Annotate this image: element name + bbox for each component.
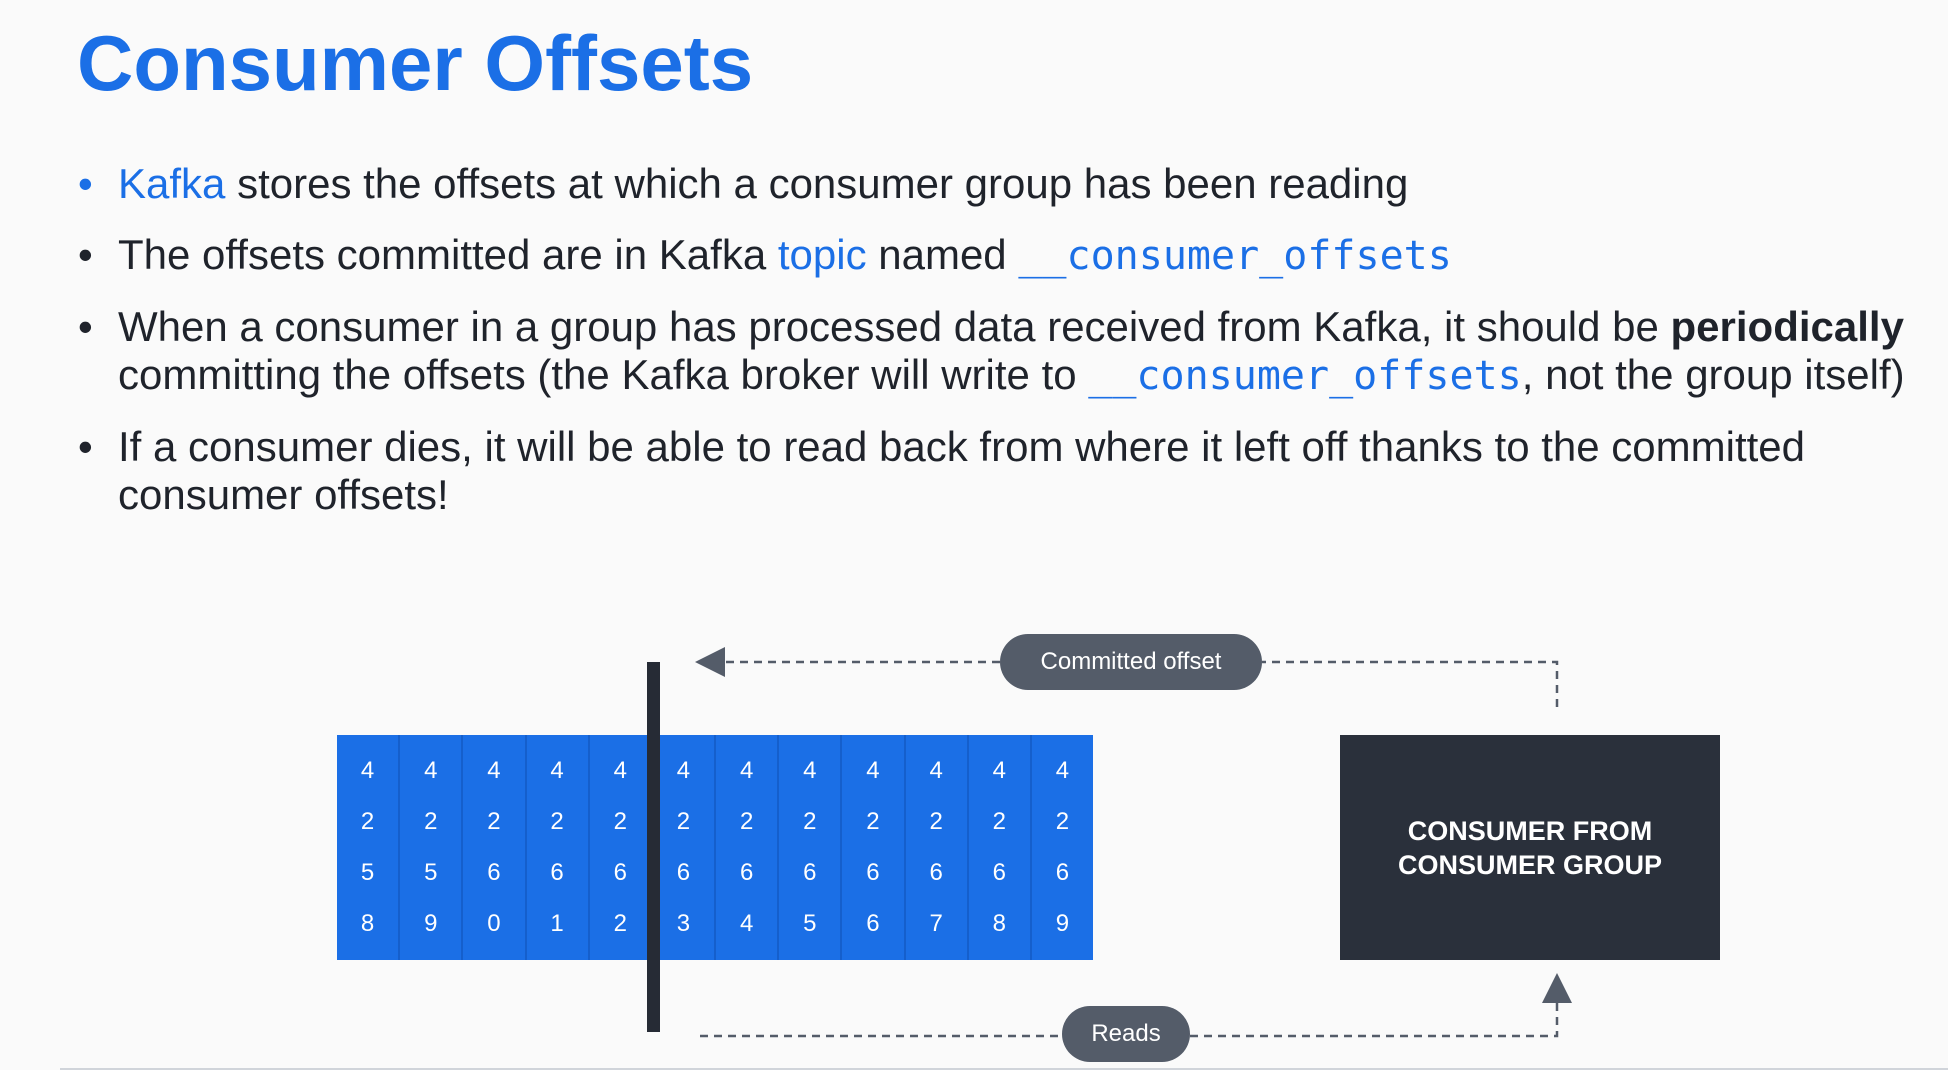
offset-cell: 4 2 6 7 bbox=[906, 735, 969, 960]
partition-offsets: 4 2 5 8 4 2 5 9 4 2 6 0 4 2 6 1 4 2 6 2 4 2 6 3 4 2 6 4 4 2 6 5 4 2 6 6 4 2 6 7… bbox=[337, 735, 1093, 960]
offset-digit: 6 bbox=[1055, 859, 1070, 887]
reads-arrow bbox=[1190, 973, 1572, 1038]
offset-digit: 8 bbox=[992, 910, 1006, 938]
offset-cell: 4 2 6 0 bbox=[463, 735, 527, 960]
offset-digit: 6 bbox=[929, 859, 943, 887]
offset-cell: 4 2 6 2 bbox=[590, 735, 653, 960]
offset-digit: 2 bbox=[992, 807, 1006, 835]
offset-digit: 4 bbox=[929, 756, 943, 784]
consumer-label: CONSUMER FROM CONSUMER GROUP bbox=[1397, 815, 1662, 880]
offset-digit: 2 bbox=[866, 807, 880, 835]
offset-cell: 4 2 5 9 bbox=[400, 735, 464, 960]
offset-digit: 4 bbox=[424, 756, 438, 784]
offset-digit: 2 bbox=[550, 807, 564, 835]
offset-digit: 4 bbox=[550, 756, 564, 784]
offset-digit: 2 bbox=[360, 807, 375, 835]
offset-digit: 5 bbox=[424, 859, 438, 887]
offset-digit: 1 bbox=[550, 910, 564, 938]
offset-digit: 9 bbox=[1055, 910, 1070, 938]
offset-digit: 6 bbox=[676, 859, 691, 887]
offset-digit: 6 bbox=[613, 859, 627, 887]
offset-digit: 6 bbox=[487, 859, 501, 887]
consumer-box: CONSUMER FROM CONSUMER GROUP bbox=[1340, 735, 1720, 960]
offset-digit: 4 bbox=[803, 756, 817, 784]
offset-cell: 4 2 6 3 bbox=[653, 735, 717, 960]
offset-digit: 6 bbox=[550, 859, 564, 887]
offset-digit: 8 bbox=[360, 910, 375, 938]
offset-digit: 4 bbox=[613, 756, 627, 784]
offset-digit: 6 bbox=[803, 859, 817, 887]
committed-offset-arrow bbox=[1262, 660, 1559, 707]
offset-digit: 4 bbox=[739, 756, 754, 784]
offset-cell: 4 2 6 1 bbox=[527, 735, 590, 960]
offset-digit: 0 bbox=[487, 910, 501, 938]
offset-digit: 4 bbox=[676, 756, 691, 784]
offset-cell: 4 2 5 8 bbox=[337, 735, 401, 960]
consumer-offsets-diagram: 4 2 5 8 4 2 5 9 4 2 6 0 4 2 6 1 4 2 6 2 4 2 6 3 4 2 6 4 4 2 6 5 4 2 6 6 4 2 6 7… bbox=[0, 0, 1948, 1070]
offset-digit: 2 bbox=[739, 807, 754, 835]
offset-digit: 5 bbox=[360, 859, 375, 887]
offset-digit: 4 bbox=[739, 910, 754, 938]
offset-cell: 4 2 6 6 bbox=[842, 735, 906, 960]
offset-cell: 4 2 6 8 bbox=[969, 735, 1032, 960]
offset-cell: 4 2 6 9 bbox=[1032, 735, 1093, 960]
offset-digit: 4 bbox=[360, 756, 375, 784]
offset-digit: 3 bbox=[676, 910, 691, 938]
offset-digit: 6 bbox=[866, 859, 880, 887]
offset-digit: 7 bbox=[929, 910, 943, 938]
offset-digit: 2 bbox=[487, 807, 501, 835]
committed-offset-label: Committed offset bbox=[1000, 634, 1262, 690]
offset-digit: 4 bbox=[1055, 756, 1070, 784]
offset-digit: 9 bbox=[424, 910, 438, 938]
offset-digit: 4 bbox=[487, 756, 501, 784]
offset-digit: 5 bbox=[803, 910, 817, 938]
offset-digit: 6 bbox=[739, 859, 754, 887]
committed-offset-marker bbox=[647, 662, 660, 1032]
offset-digit: 2 bbox=[803, 807, 817, 835]
offset-digit: 4 bbox=[992, 756, 1006, 784]
offset-cell: 4 2 6 4 bbox=[716, 735, 780, 960]
offset-digit: 2 bbox=[929, 807, 943, 835]
offset-digit: 6 bbox=[866, 910, 880, 938]
offset-cell: 4 2 6 5 bbox=[779, 735, 843, 960]
offset-digit: 2 bbox=[676, 807, 691, 835]
offset-digit: 6 bbox=[992, 859, 1006, 887]
offset-digit: 4 bbox=[866, 756, 880, 784]
offset-digit: 2 bbox=[613, 807, 627, 835]
offset-digit: 2 bbox=[424, 807, 438, 835]
offset-digit: 2 bbox=[1055, 807, 1070, 835]
reads-label: Reads bbox=[1062, 1006, 1190, 1062]
offset-digit: 2 bbox=[613, 910, 627, 938]
